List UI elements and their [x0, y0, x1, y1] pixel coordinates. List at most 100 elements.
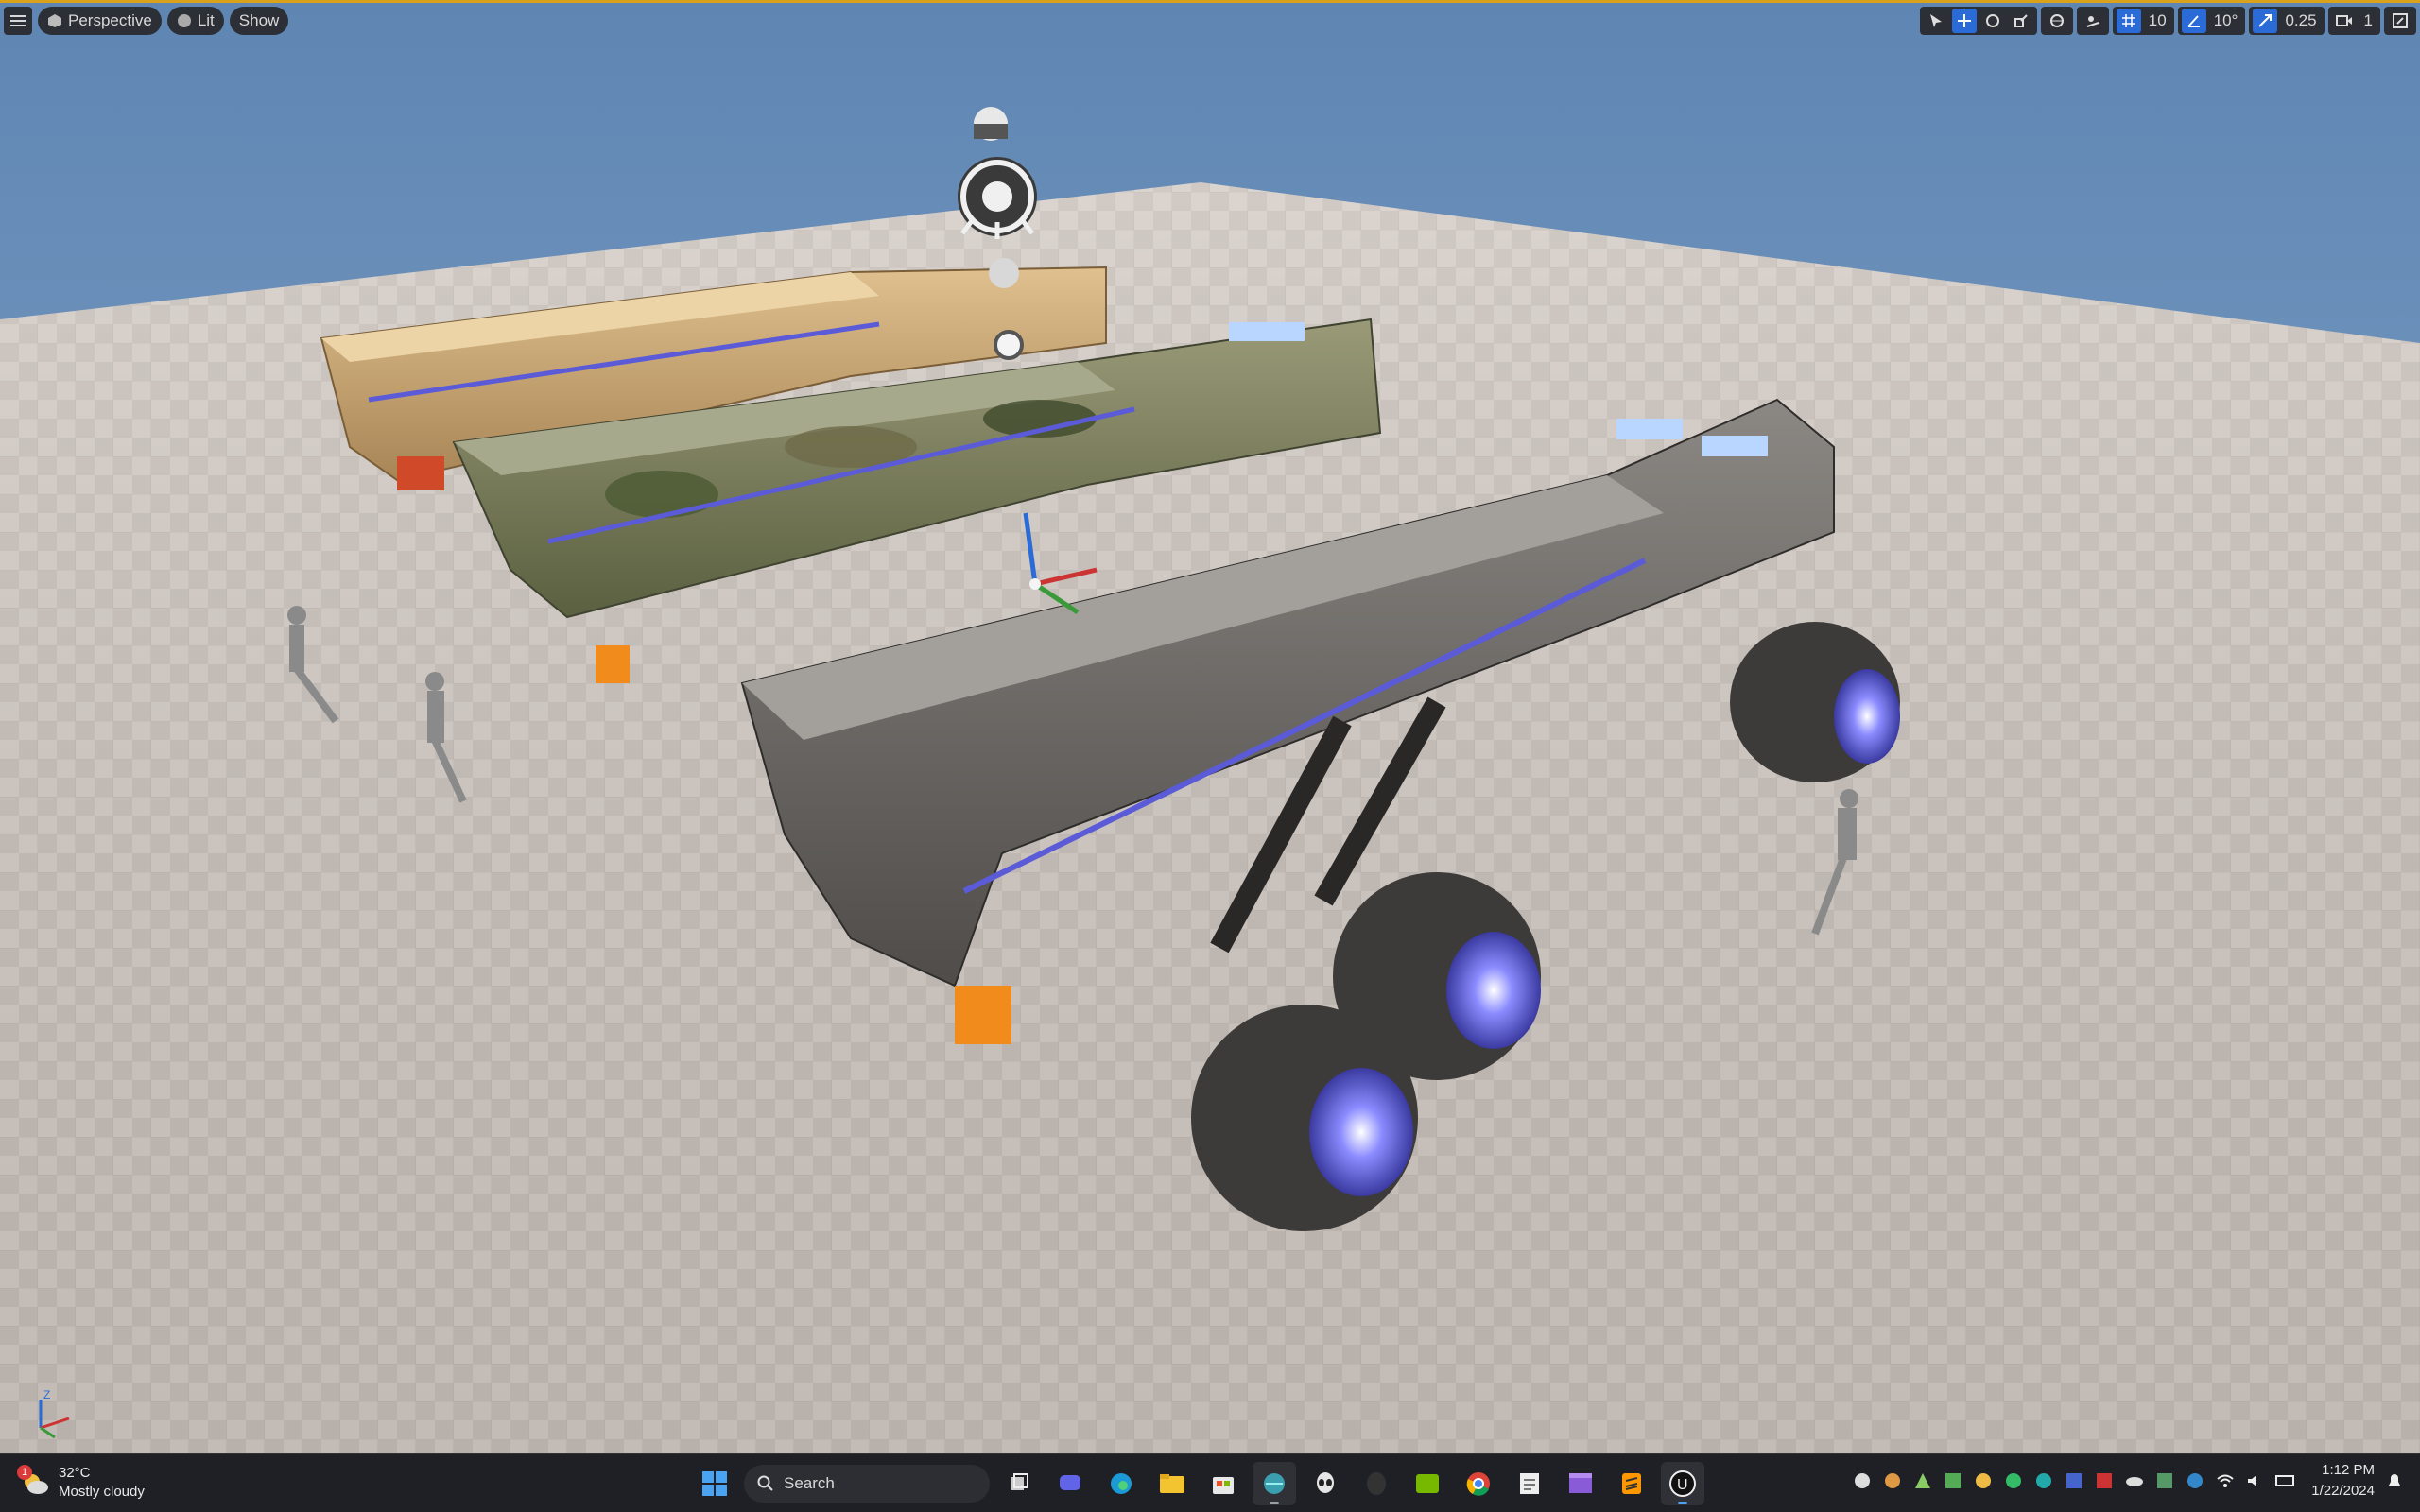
sublime-icon: [1622, 1473, 1641, 1494]
scale-icon: [2014, 14, 2028, 27]
taskbar-apps: Search U: [693, 1462, 1704, 1505]
viewport-scene[interactable]: [0, 3, 2420, 1453]
camera-speed-value: 1: [2363, 11, 2373, 29]
chat-app[interactable]: [1048, 1462, 1092, 1505]
battery-icon[interactable]: [2275, 1470, 2296, 1491]
lit-button[interactable]: Lit: [166, 7, 224, 35]
file-explorer-app[interactable]: [1150, 1462, 1194, 1505]
task-view-button[interactable]: [997, 1462, 1041, 1505]
system-clock[interactable]: 1:12 PM 1/22/2024: [2311, 1460, 2375, 1502]
grid-icon: [2121, 14, 2135, 27]
lit-label: Lit: [197, 11, 215, 29]
dark-app[interactable]: [1355, 1462, 1398, 1505]
unreal-app[interactable]: U: [1661, 1462, 1704, 1505]
globe-app[interactable]: [1253, 1462, 1296, 1505]
start-button[interactable]: [693, 1462, 736, 1505]
sublime-app[interactable]: [1610, 1462, 1653, 1505]
perspective-label: Perspective: [68, 11, 152, 29]
wifi-icon[interactable]: [2215, 1470, 2236, 1491]
search-placeholder: Search: [784, 1474, 835, 1492]
cloud-tray-icon[interactable]: [2154, 1470, 2175, 1491]
coordinate-space-group: [2040, 7, 2073, 35]
directional-light-icon[interactable]: [958, 157, 1037, 239]
move-icon: [1957, 14, 1971, 27]
clapper-icon: [1569, 1473, 1592, 1493]
svg-text:U: U: [1677, 1477, 1688, 1493]
yellow-tray-icon[interactable]: [1973, 1470, 1994, 1491]
chat-icon: [1060, 1475, 1080, 1490]
taskbar-search[interactable]: Search: [744, 1465, 990, 1503]
weather-temperature: 32°C: [59, 1465, 91, 1481]
world-space-button[interactable]: [2045, 9, 2069, 33]
notification-bell-icon[interactable]: [2384, 1470, 2405, 1491]
arrow-tray-icon[interactable]: [1912, 1470, 1933, 1491]
camera-icon: [2332, 9, 2357, 33]
lit-sphere-icon: [177, 14, 191, 27]
unreal-editor-window: Perspective Lit Show 10 10° 0.25 1 Z 1 3…: [0, 0, 2420, 1512]
onedrive-tray-icon[interactable]: [2124, 1470, 2145, 1491]
xbox-tray-icon[interactable]: [1852, 1470, 1873, 1491]
nvidia-app[interactable]: [1406, 1462, 1449, 1505]
axis-indicator: Z: [39, 1388, 70, 1439]
rotate-mode-button[interactable]: [1980, 9, 2005, 33]
cursor-icon: [1929, 14, 1942, 27]
grid-snap-toggle[interactable]: [2116, 9, 2141, 33]
rotation-snap-value[interactable]: 10°: [2210, 11, 2242, 30]
task-view-icon: [1011, 1473, 1028, 1490]
windows-taskbar: 1 32°C Mostly cloudy Search U 1:12 PM 1/…: [0, 1453, 2420, 1512]
skylight-icon[interactable]: [974, 107, 1008, 141]
notepad-app[interactable]: [1508, 1462, 1551, 1505]
shield-tray-icon[interactable]: [2003, 1470, 2024, 1491]
maximize-icon: [2393, 13, 2408, 28]
red-tray-icon[interactable]: [2094, 1470, 2115, 1491]
svg-text:Z: Z: [43, 1388, 50, 1401]
weather-badge: 1: [17, 1465, 32, 1480]
perspective-button[interactable]: Perspective: [38, 7, 162, 35]
scale-snap-value[interactable]: 0.25: [2281, 11, 2320, 30]
transform-mode-group: [1919, 7, 2037, 35]
sun-gear-icon[interactable]: [994, 330, 1024, 360]
translate-mode-button[interactable]: [1951, 9, 1977, 33]
viewport-toolbar-right: 10 10° 0.25 1: [1919, 7, 2416, 35]
front-wheel-right: [1333, 872, 1541, 1080]
viewport-menu-button[interactable]: [4, 7, 32, 35]
store-app[interactable]: [1201, 1462, 1245, 1505]
angle-icon: [2187, 15, 2200, 27]
nvidia-icon: [1416, 1474, 1439, 1493]
teams-tray-icon[interactable]: [2064, 1470, 2084, 1491]
surface-snap-icon: [2086, 16, 2100, 27]
rear-wheel: [1730, 622, 1900, 782]
notepad-icon: [1520, 1473, 1539, 1494]
clock-time: 1:12 PM: [2322, 1462, 2375, 1478]
weather-widget[interactable]: 1 32°C Mostly cloudy: [17, 1464, 145, 1502]
camera-speed-group[interactable]: 1: [2327, 7, 2380, 35]
rotate-icon: [1985, 14, 1999, 27]
clapper-app[interactable]: [1559, 1462, 1602, 1505]
edge-app[interactable]: [1099, 1462, 1143, 1505]
maximize-viewport-group: [2384, 7, 2416, 35]
chrome-app[interactable]: [1457, 1462, 1500, 1505]
search-icon: [757, 1475, 773, 1491]
globe-icon: [2049, 14, 2064, 27]
scale-arrow-icon: [2258, 14, 2273, 27]
cloud-sun-icon: 1: [17, 1465, 49, 1497]
teal-tray-icon[interactable]: [2033, 1470, 2054, 1491]
surface-snap-button[interactable]: [2081, 9, 2105, 33]
steam-tray-icon[interactable]: [1882, 1470, 1903, 1491]
volume-icon[interactable]: [2245, 1470, 2266, 1491]
store-icon: [1213, 1477, 1234, 1494]
scale-snap-toggle[interactable]: [2253, 9, 2278, 33]
alien-app[interactable]: [1304, 1462, 1347, 1505]
security-tray-icon[interactable]: [2185, 1470, 2205, 1491]
show-button[interactable]: Show: [229, 7, 289, 35]
atmosphere-icon[interactable]: [989, 258, 1019, 288]
rotation-snap-toggle[interactable]: [2181, 9, 2206, 33]
select-mode-button[interactable]: [1924, 9, 1948, 33]
green-tray-icon[interactable]: [1943, 1470, 1963, 1491]
alien-icon: [1317, 1472, 1334, 1493]
scale-mode-button[interactable]: [2009, 9, 2033, 33]
grid-snap-value[interactable]: 10: [2145, 11, 2170, 30]
level-viewport[interactable]: Perspective Lit Show 10 10° 0.25 1 Z: [0, 0, 2420, 1453]
maximize-viewport-button[interactable]: [2388, 9, 2412, 33]
folder-icon: [1160, 1474, 1184, 1493]
